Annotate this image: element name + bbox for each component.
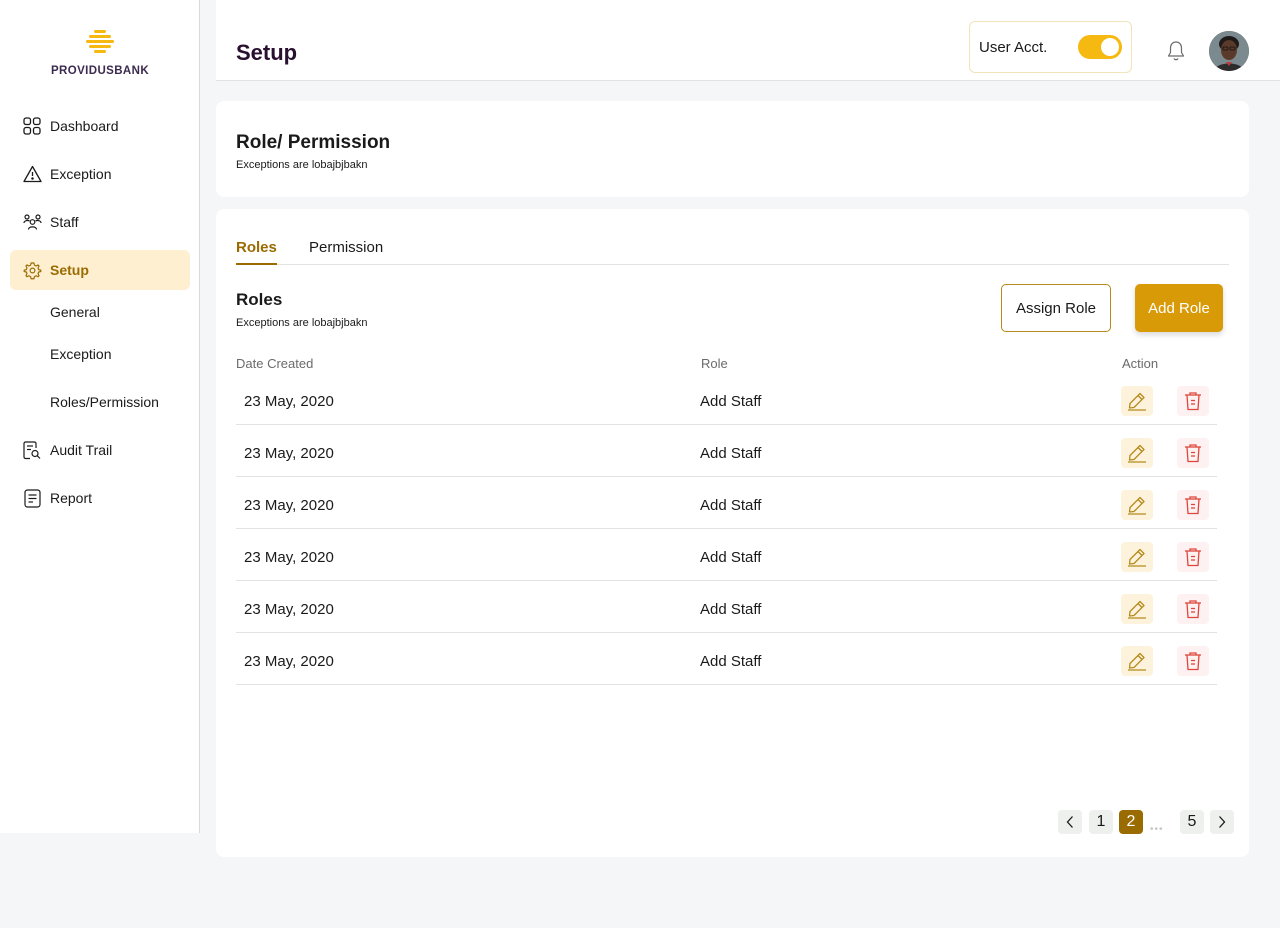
column-header-role: Role [701,356,728,371]
tab-roles[interactable]: Roles [236,239,277,265]
chevron-right-icon [1219,816,1226,828]
trash-icon [1185,496,1201,515]
date-cell: 23 May, 2020 [244,549,334,566]
sidebar-item-label: Dashboard [50,118,119,134]
role-cell: Add Staff [700,497,762,514]
avatar[interactable] [1209,31,1249,71]
tab-bar: Roles Permission [236,239,1229,265]
trash-icon [1185,548,1201,567]
chevron-left-icon [1066,816,1073,828]
table-row: 23 May, 2020 Add Staff [236,529,1217,581]
assign-role-button[interactable]: Assign Role [1001,284,1111,332]
sidebar-item-label: Report [50,490,93,506]
document-search-icon [22,440,42,460]
roles-table: 23 May, 2020 Add Staff 23 May, 2020 Add … [236,373,1217,685]
table-row: 23 May, 2020 Add Staff [236,581,1217,633]
user-account-toggle[interactable] [1078,35,1122,59]
pagination-ellipsis: ••• [1150,824,1164,835]
edit-button[interactable] [1121,542,1153,572]
page-title: Setup [236,40,298,65]
role-cell: Add Staff [700,393,762,410]
brand-logo[interactable]: PROVIDUSBANK [0,30,200,77]
role-permission-header-card: Role/ Permission Exceptions are lobajbjb… [216,101,1249,197]
people-icon [22,212,42,232]
section-subtitle: Exceptions are lobajbjbakn [236,159,368,171]
role-cell: Add Staff [700,601,762,618]
sidebar-item-report[interactable]: Report [10,478,190,518]
delete-button[interactable] [1177,490,1209,520]
column-header-date: Date Created [236,356,314,371]
add-role-button[interactable]: Add Role [1135,284,1223,332]
sidebar-subitem-exception[interactable]: Exception [50,346,111,362]
delete-button[interactable] [1177,646,1209,676]
edit-button[interactable] [1121,594,1153,624]
edit-button[interactable] [1121,386,1153,416]
tab-permission[interactable]: Permission [309,239,383,263]
date-cell: 23 May, 2020 [244,601,334,618]
brand-name: PROVIDUSBANK [50,65,150,77]
role-cell: Add Staff [700,653,762,670]
user-account-switch: User Acct. [969,21,1132,73]
edit-button[interactable] [1121,646,1153,676]
pencil-icon [1128,652,1146,671]
report-icon [22,488,42,508]
sidebar-subitem-general[interactable]: General [50,304,100,320]
pencil-icon [1128,496,1146,515]
gear-icon [22,260,42,280]
grid-icon [22,116,42,136]
edit-button[interactable] [1121,438,1153,468]
sidebar-item-audit-trail[interactable]: Audit Trail [10,430,190,470]
sidebar-item-staff[interactable]: Staff [10,202,190,242]
table-row: 23 May, 2020 Add Staff [236,373,1217,425]
trash-icon [1185,392,1201,411]
page-button[interactable]: 5 [1180,810,1204,834]
toggle-knob [1101,38,1119,56]
column-header-action: Action [1122,356,1159,371]
delete-button[interactable] [1177,594,1209,624]
table-row: 23 May, 2020 Add Staff [236,425,1217,477]
role-cell: Add Staff [700,549,762,566]
top-bar: Setup User Acct. [216,0,1280,81]
role-cell: Add Staff [700,445,762,462]
sidebar-item-exception[interactable]: Exception [10,154,190,194]
section-title: Role/ Permission [236,132,391,153]
sidebar-item-label: Audit Trail [50,442,113,458]
warning-icon [22,164,42,184]
date-cell: 23 May, 2020 [244,497,334,514]
prev-page-button[interactable] [1058,810,1082,834]
sidebar-item-setup[interactable]: Setup [10,250,190,290]
table-row: 23 May, 2020 Add Staff [236,477,1217,529]
next-page-button[interactable] [1210,810,1234,834]
pencil-icon [1128,548,1146,567]
edit-button[interactable] [1121,490,1153,520]
date-cell: 23 May, 2020 [244,393,334,410]
delete-button[interactable] [1177,542,1209,572]
sidebar-subitem-roles-permission[interactable]: Roles/Permission [50,394,159,410]
delete-button[interactable] [1177,438,1209,468]
sidebar-item-label: Staff [50,214,79,230]
page-button[interactable]: 1 [1089,810,1113,834]
roles-card: Roles Permission Roles Exceptions are lo… [216,209,1249,857]
date-cell: 23 May, 2020 [244,653,334,670]
user-account-label: User Acct. [979,38,1048,56]
sidebar-item-label: Exception [50,166,112,182]
sidebar-item-dashboard[interactable]: Dashboard [10,106,190,146]
delete-button[interactable] [1177,386,1209,416]
roles-subtitle: Exceptions are lobajbjbakn [236,317,368,329]
roles-title: Roles [236,290,283,309]
sidebar: PROVIDUSBANK Dashboard Exception Staff S… [0,0,200,833]
pencil-icon [1128,444,1146,463]
trash-icon [1185,444,1201,463]
page-button-current[interactable]: 2 [1119,810,1143,834]
trash-icon [1185,600,1201,619]
date-cell: 23 May, 2020 [244,445,334,462]
pencil-icon [1128,392,1146,411]
pencil-icon [1128,600,1146,619]
sidebar-item-label: Setup [50,262,89,278]
table-row: 23 May, 2020 Add Staff [236,633,1217,685]
bell-icon[interactable] [1166,40,1186,62]
providus-logo-icon [86,30,114,53]
trash-icon [1185,652,1201,671]
